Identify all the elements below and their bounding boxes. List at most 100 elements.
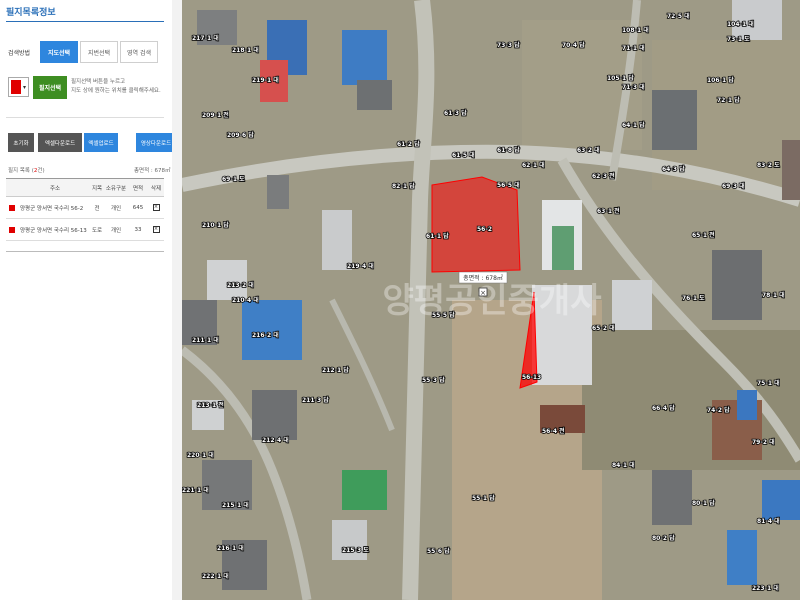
lot-label: 55-5 답	[432, 311, 455, 319]
lot-label: 215-3 도	[342, 547, 369, 554]
lot-label: 219-4 대	[347, 262, 374, 270]
lot-label: 72-1 답	[717, 96, 740, 104]
crop-field	[582, 330, 800, 470]
lot-label: 71-1 대	[622, 44, 645, 52]
lot-label: 75-1 대	[757, 379, 780, 387]
dropdown-arrow-icon: ▾	[22, 84, 26, 91]
lot-label: 216-2 대	[252, 331, 279, 339]
lot-label: 70-4 답	[562, 41, 585, 49]
aerial-map[interactable]: 양평공인중개사 총면적 : 678㎡ × 56-2 56-13 56-4 전 5…	[182, 0, 800, 600]
row-color-marker	[9, 205, 15, 211]
lot-label: 213-2 대	[227, 281, 254, 289]
lot-label: 82-1 답	[392, 182, 415, 190]
lot-label: 64-1 답	[622, 121, 645, 129]
header-address: 주소	[49, 185, 61, 192]
lot-label: 212-1 답	[322, 366, 349, 374]
lot-label: 61-3 답	[444, 109, 467, 117]
row-land-category: 전	[94, 205, 100, 212]
map-canvas[interactable]: 양평공인중개사 총면적 : 678㎡ × 56-2 56-13 56-4 전 5…	[182, 0, 800, 600]
parcel-count: 필지 목록 (2건)	[8, 166, 45, 174]
delete-icon[interactable]: ×	[152, 204, 160, 211]
reset-button[interactable]: 초기화	[8, 133, 34, 152]
building-roof	[357, 80, 392, 110]
building-roof	[252, 390, 297, 440]
lot-label: 72-5 대	[667, 12, 690, 20]
table-bottom-rule	[6, 251, 164, 252]
lot-label: 73-3 답	[497, 41, 520, 49]
lot-label: 222-1 대	[202, 572, 229, 580]
delete-icon[interactable]: ×	[152, 226, 160, 233]
parcel-list-panel: 필지목록정보 검색방법 지도선택 지번선택 영역 검색 ▾ 필지선택 필지선택 …	[0, 0, 176, 600]
row-ownership: 개인	[110, 205, 122, 212]
header-area: 면적	[132, 185, 144, 192]
row-address: 양평군 양서면 국수리 56-13	[20, 227, 87, 234]
row-delete: ×	[148, 219, 164, 240]
count-suffix: 건)	[37, 168, 45, 174]
lot-label: 79-2 대	[752, 438, 775, 446]
lot-label: 223-1 대	[752, 584, 779, 592]
building-roof	[712, 250, 762, 320]
color-picker[interactable]: ▾	[8, 77, 29, 97]
panel-splitter[interactable]	[172, 0, 182, 600]
selected-parcel-56-2[interactable]	[431, 176, 521, 273]
lot-label: 65-1 전	[692, 231, 715, 239]
lot-label: 212-4 대	[262, 436, 289, 444]
lot-label: 215-1 대	[222, 501, 249, 509]
lot-label: 211-1 대	[192, 336, 219, 344]
lot-label: 62-1 대	[522, 161, 545, 169]
building-blue-roof	[342, 30, 387, 85]
header-ownership: 소유구분	[105, 185, 127, 192]
section-divider	[6, 117, 164, 118]
lot-label: 220-1 대	[187, 451, 214, 459]
lot-label: 63-1 전	[597, 207, 620, 215]
lot-label: 55-6 답	[427, 547, 450, 555]
lot-label: 84-1 대	[612, 461, 635, 469]
parcel-table: 주소 지목 소유구분 면적 삭제 양평군 양서면 국수리 56-2 전 개인 6…	[6, 178, 164, 252]
image-download-button[interactable]: 영상다운로드	[136, 133, 176, 152]
table-row[interactable]: 양평군 양서면 국수리 56-2 전 개인 645 ×	[6, 197, 164, 219]
lot-label: 210-4 대	[232, 296, 259, 304]
search-method-label: 검색방법	[8, 50, 31, 57]
lot-label: 55-1 답	[472, 494, 495, 502]
lot-label: 213-1 전	[197, 401, 224, 409]
lot-label: 56-13	[522, 374, 541, 381]
lot-label: 76-1 도	[682, 295, 705, 302]
lot-label: 61-1 답	[426, 232, 449, 240]
building-blue-roof	[727, 530, 757, 585]
excel-download-button[interactable]: 엑셀다운로드	[38, 133, 82, 152]
lot-label: 219-1 대	[252, 76, 279, 84]
lot-label: 56-2	[477, 226, 492, 233]
lot-label: 62-3 전	[592, 172, 615, 180]
table-row[interactable]: 양평군 양서면 국수리 56-13 도로 개인 33 ×	[6, 219, 164, 241]
table-header: 주소 지목 소유구분 면적 삭제	[6, 178, 164, 197]
building-roof	[652, 470, 692, 525]
building-roof	[332, 520, 367, 560]
panel-title: 필지목록정보	[6, 8, 56, 18]
lot-label: 106-1 답	[707, 76, 734, 84]
lot-label: 209-6 답	[227, 131, 254, 139]
header-land-category: 지목	[91, 185, 103, 192]
lot-label: 61-5 대	[452, 151, 475, 159]
help-line-2: 지도 상에 원하는 위치를 클릭해주세요.	[71, 88, 161, 94]
count-prefix: 필지 목록 (	[8, 168, 34, 174]
row-land-category: 도로	[91, 227, 103, 234]
row-address: 양평군 양서면 국수리 56-2	[20, 205, 84, 212]
lot-label: 73-1 도	[727, 36, 750, 43]
lot-label: 216-1 대	[217, 544, 244, 552]
lot-label: 221-1 대	[182, 486, 209, 494]
row-color-marker	[9, 227, 15, 233]
area-measure-label: 총면적 : 678㎡	[463, 274, 503, 282]
parcel-select-button[interactable]: 필지선택	[33, 76, 67, 99]
tab-map-select[interactable]: 지도선택	[40, 41, 78, 63]
measure-close-glyph: ×	[480, 289, 486, 297]
tab-lot-number-select[interactable]: 지번선택	[80, 41, 118, 63]
excel-upload-button[interactable]: 엑셀업로드	[84, 133, 118, 152]
lot-label: 69-3 대	[722, 182, 745, 190]
lot-label: 81-4 대	[757, 517, 780, 525]
tennis-court	[342, 470, 387, 510]
lot-label: 64-3 답	[662, 165, 685, 173]
lot-label: 63-2 대	[577, 146, 600, 154]
tab-area-search[interactable]: 영역 검색	[120, 41, 158, 63]
color-swatch-fill	[11, 80, 21, 94]
lot-label: 61-8 답	[497, 146, 520, 154]
